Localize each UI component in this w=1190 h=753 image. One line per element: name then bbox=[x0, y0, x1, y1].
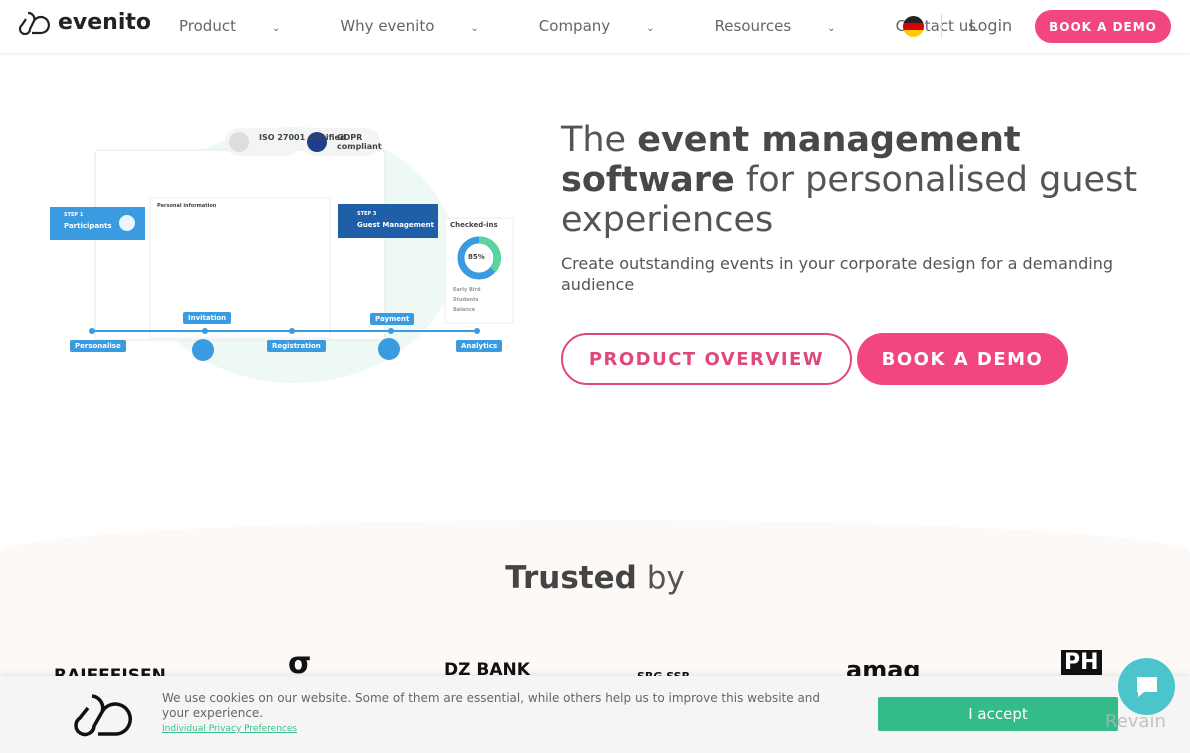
form-title: Personal information bbox=[157, 203, 217, 209]
evenito-logo-icon bbox=[74, 694, 132, 737]
timeline-registration: Registration bbox=[267, 340, 326, 352]
book-demo-button[interactable]: BOOK A DEMO bbox=[857, 333, 1068, 385]
chat-bubble-icon bbox=[1136, 676, 1157, 697]
step3-label: STEP 3 bbox=[357, 211, 377, 217]
nav-label: Why evenito bbox=[340, 17, 435, 35]
accept-cookies-button[interactable]: I accept bbox=[878, 697, 1118, 731]
logo-ph: PH bbox=[1061, 650, 1102, 675]
checkins-title: Checked-ins bbox=[450, 221, 498, 229]
nav-label: Company bbox=[538, 17, 611, 35]
legend-item: Students bbox=[453, 297, 479, 303]
checkins-percent: 85% bbox=[468, 253, 485, 261]
product-illustration: ISO 27001 certified GDPR compliant Perso… bbox=[40, 110, 520, 385]
timeline-personalise: Personalise bbox=[70, 340, 126, 352]
hero-title: The event management software for person… bbox=[561, 120, 1161, 240]
login-link[interactable]: Login bbox=[969, 16, 1012, 35]
brand-name: evenito bbox=[58, 9, 152, 35]
chevron-down-icon: ⌄ bbox=[646, 23, 655, 34]
nav-company[interactable]: Company ⌄ bbox=[539, 17, 685, 35]
hero-subtitle: Create outstanding events in your corpor… bbox=[561, 254, 1113, 294]
timeline-analytics: Analytics bbox=[456, 340, 503, 352]
nav-label: Product bbox=[179, 17, 236, 35]
nav-why-evenito[interactable]: Why evenito ⌄ bbox=[340, 17, 508, 35]
chevron-down-icon: ⌄ bbox=[470, 23, 479, 34]
cookie-text: We use cookies on our website. Some of t… bbox=[162, 691, 821, 720]
nav-resources[interactable]: Resources ⌄ bbox=[715, 17, 866, 35]
privacy-preferences-link[interactable]: Individual Privacy Preferences bbox=[162, 724, 297, 734]
divider bbox=[941, 14, 942, 38]
language-flag-icon[interactable] bbox=[903, 16, 924, 37]
top-nav: evenito Product ⌄ Why evenito ⌄ Company ⌄ R… bbox=[0, 0, 1190, 53]
brand-logo[interactable]: evenito bbox=[18, 9, 151, 35]
trusted-bold: Trusted bbox=[505, 560, 637, 596]
nav-label: Resources bbox=[714, 17, 792, 35]
book-demo-nav-button[interactable]: BOOK A DEMO bbox=[1035, 10, 1171, 43]
trusted-rest: by bbox=[636, 560, 685, 596]
step1-title: Participants bbox=[64, 222, 112, 230]
evenito-logo-icon bbox=[18, 11, 50, 35]
gdpr-badge: GDPR compliant bbox=[337, 133, 382, 151]
revain-watermark: Revain bbox=[1105, 711, 1166, 732]
chevron-down-icon: ⌄ bbox=[827, 23, 836, 34]
chat-button[interactable] bbox=[1118, 658, 1175, 715]
product-overview-button[interactable]: PRODUCT OVERVIEW bbox=[561, 333, 852, 385]
cookie-banner: We use cookies on our website. Some of t… bbox=[0, 676, 1190, 753]
timeline-invitation: Invitation bbox=[183, 312, 232, 324]
nav-product[interactable]: Product ⌄ bbox=[179, 17, 310, 35]
trusted-heading: Trusted by bbox=[0, 560, 1190, 596]
timeline-payment: Payment bbox=[370, 313, 415, 325]
step1-label: STEP 1 bbox=[64, 212, 84, 218]
legend-item: Early Bird bbox=[453, 287, 481, 293]
title-pre: The bbox=[561, 120, 638, 160]
legend-item: Balance bbox=[453, 307, 476, 313]
step3-title: Guest Management bbox=[357, 221, 434, 229]
chevron-down-icon: ⌄ bbox=[271, 23, 281, 34]
